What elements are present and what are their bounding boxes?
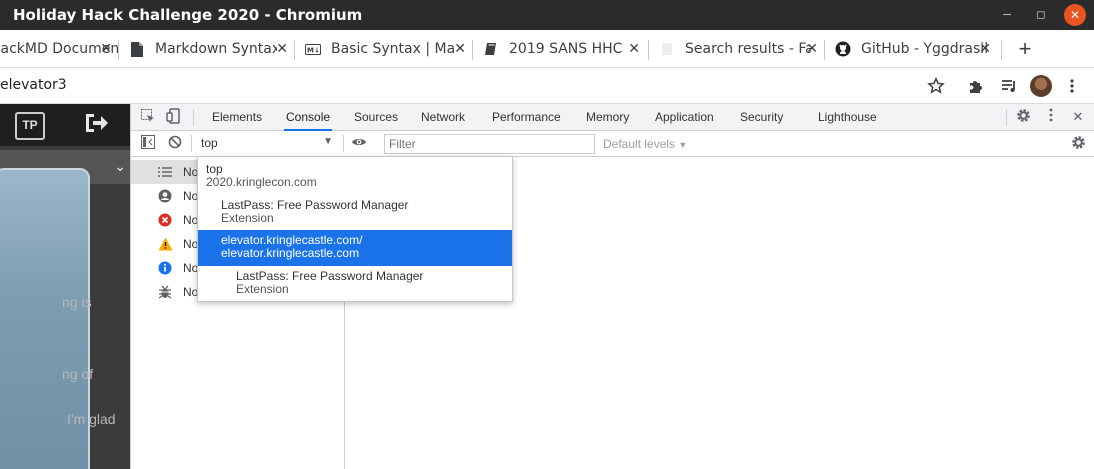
tab-strip: HackMD Document ✕ Markdown Syntax ✕ M↓ B… [0,30,1094,68]
list-icon [157,164,173,180]
page-text: I'm glad [67,411,116,427]
dropdown-arrow-icon: ▼ [323,136,333,147]
context-option-elevator[interactable]: elevator.kringlecastle.com/ elevator.kri… [198,230,512,266]
tab-lighthouse[interactable]: Lighthouse [816,104,879,131]
book-icon [483,41,499,57]
tab-label: Search results - Fandom [685,41,811,57]
bug-icon [157,284,173,300]
tab-security[interactable]: Security [738,104,785,131]
tab-search-results[interactable]: Search results - Fandom ✕ [649,30,824,68]
web-page-content: TP ⌄ ng is ng of I'm glad [0,104,130,469]
browser-toolbar: elevator3 [0,68,1094,104]
tab-markdown-syntax[interactable]: Markdown Syntax ✕ [119,30,294,68]
site-logo[interactable]: TP [15,112,45,140]
dropdown-arrow-icon: ▼ [678,140,688,150]
chevron-down-icon: ⌄ [114,158,126,174]
context-selector-value: top [201,136,218,150]
log-levels-dropdown[interactable]: Default levels ▼ [603,137,687,151]
tab-memory[interactable]: Memory [584,104,631,131]
context-selector[interactable]: top ▼ [201,136,335,152]
close-devtools-icon[interactable]: ✕ [1069,108,1087,126]
tab-sources[interactable]: Sources [352,104,400,131]
context-dropdown-menu: top 2020.kringlecon.com LastPass: Free P… [197,156,513,302]
info-icon [157,260,173,276]
close-window-button[interactable]: ✕ [1064,4,1086,26]
maximize-button[interactable]: ◻ [1030,4,1052,26]
gear-icon[interactable] [1014,108,1032,126]
eye-icon[interactable] [350,135,368,153]
context-option-top[interactable]: top 2020.kringlecon.com [198,163,512,189]
page-navbar: TP [0,104,130,146]
console-settings-gear-icon[interactable] [1069,135,1087,153]
document-icon [129,41,145,57]
tab-label: 2019 SANS HHC [509,41,623,57]
tab-console[interactable]: Console [284,104,333,131]
devtools-tab-bar: Elements Console Sources Network Perform… [131,104,1094,131]
toolbar-divider [343,135,344,152]
tab-application[interactable]: Application [653,104,716,131]
tab-separator [1001,40,1002,60]
clear-console-icon[interactable] [166,135,184,153]
close-tab-icon[interactable]: ✕ [979,41,991,57]
tab-hackmd[interactable]: HackMD Document ✕ [0,30,118,68]
exit-icon[interactable] [84,112,108,140]
media-queue-icon[interactable] [997,74,1021,98]
close-tab-icon[interactable]: ✕ [628,41,640,57]
github-icon [835,41,851,57]
tab-label: GitHub - Yggdrasil [861,41,989,57]
minimize-button[interactable]: ─ [996,4,1018,26]
close-icon: ✕ [1069,8,1081,22]
window-titlebar: Holiday Hack Challenge 2020 - Chromium ─… [0,0,1094,30]
markdown-icon: M↓ [305,41,321,57]
context-option-subtitle: Extension [221,211,274,225]
bookmark-star-icon[interactable] [924,74,948,98]
context-option-lastpass[interactable]: LastPass: Free Password Manager Extensio… [198,199,512,225]
toolbar-divider [1006,109,1007,126]
context-option-lastpass-frame[interactable]: LastPass: Free Password Manager Extensio… [198,270,512,296]
svg-text:M↓: M↓ [307,46,320,54]
maximize-icon: ◻ [1036,9,1046,21]
page-text: ng is [62,294,92,310]
log-levels-label: Default levels [603,137,676,151]
close-tab-icon[interactable]: ✕ [100,41,112,57]
search-page-icon [659,41,675,57]
page-text: ng of [62,366,94,382]
tab-sans-hhc[interactable]: 2019 SANS HHC ✕ [473,30,648,68]
tab-label: Basic Syntax | Markdown [331,41,455,57]
kebab-menu-icon[interactable] [1042,108,1060,126]
more-menu-icon[interactable] [1060,74,1084,98]
warning-icon [157,236,173,252]
context-option-subtitle: elevator.kringlecastle.com [221,246,360,260]
error-icon [157,212,173,228]
close-tab-icon[interactable]: ✕ [454,41,466,57]
device-toolbar-icon[interactable] [165,108,183,126]
tab-elements[interactable]: Elements [210,104,264,131]
inspect-element-icon[interactable] [139,108,157,126]
new-tab-button[interactable]: + [1014,35,1036,63]
user-icon [157,188,173,204]
tab-basic-syntax[interactable]: M↓ Basic Syntax | Markdown ✕ [295,30,472,68]
address-bar-url[interactable]: elevator3 [0,77,67,93]
toolbar-divider [191,135,192,152]
sidebar-toggle-icon[interactable] [139,135,157,153]
console-filter-input[interactable] [384,134,595,154]
context-option-subtitle: Extension [236,282,289,296]
extensions-puzzle-icon[interactable] [964,74,988,98]
minimize-icon: ─ [1003,9,1011,21]
close-tab-icon[interactable]: ✕ [276,41,288,57]
tab-performance[interactable]: Performance [490,104,563,131]
tab-network[interactable]: Network [419,104,467,131]
profile-avatar[interactable] [1030,75,1052,97]
toolbar-divider [193,109,194,126]
tab-label: Markdown Syntax [155,41,277,57]
console-toolbar: top ▼ Default levels ▼ [131,131,1094,157]
window-title: Holiday Hack Challenge 2020 - Chromium [13,6,363,24]
context-option-subtitle: 2020.kringlecon.com [206,175,317,189]
plus-icon: + [1018,36,1032,61]
close-tab-icon[interactable]: ✕ [806,41,818,57]
tab-github[interactable]: GitHub - Yggdrasil ✕ [825,30,1001,68]
